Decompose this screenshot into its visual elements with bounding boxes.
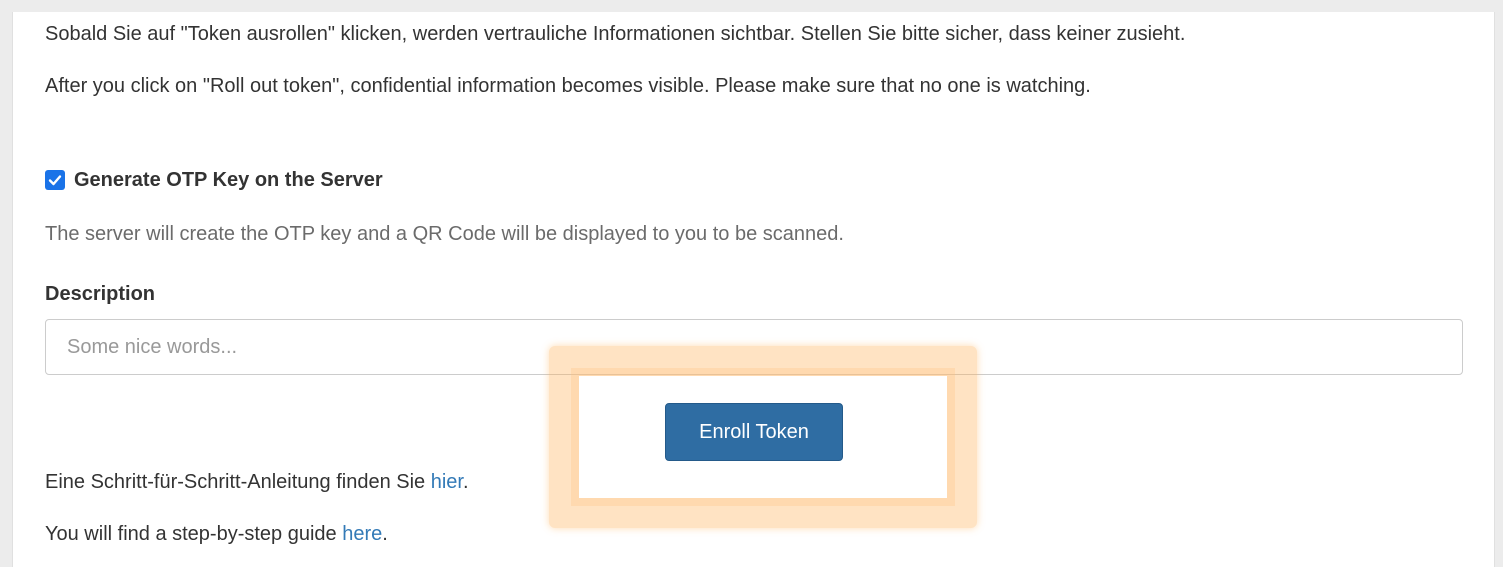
description-label: Description [45, 283, 156, 305]
enroll-token-button[interactable]: Enroll Token [665, 403, 843, 461]
enrollment-panel: Sobald Sie auf "Token ausrollen" klicken… [12, 12, 1495, 567]
guide-en-prefix: You will find a step-by-step guide [45, 523, 343, 545]
generate-key-help: The server will create the OTP key and a… [45, 223, 844, 245]
guide-link-en[interactable]: here [342, 523, 382, 545]
warning-text-de: Sobald Sie auf "Token ausrollen" klicken… [45, 23, 1186, 45]
checkbox-checked-icon[interactable] [45, 170, 65, 190]
guide-de-prefix: Eine Schritt-für-Schritt-Anleitung finde… [45, 471, 431, 493]
description-input[interactable] [45, 319, 1463, 375]
guide-text-de: Eine Schritt-für-Schritt-Anleitung finde… [45, 470, 469, 494]
warning-text-en: After you click on "Roll out token", con… [45, 75, 1091, 97]
guide-de-suffix: . [462, 471, 469, 493]
guide-link-de[interactable]: hier [431, 471, 463, 493]
guide-text-en: You will find a step-by-step guide here. [45, 522, 388, 546]
generate-key-label[interactable]: Generate OTP Key on the Server [74, 168, 383, 192]
guide-en-suffix: . [382, 523, 388, 545]
generate-key-option[interactable]: Generate OTP Key on the Server [45, 168, 383, 192]
